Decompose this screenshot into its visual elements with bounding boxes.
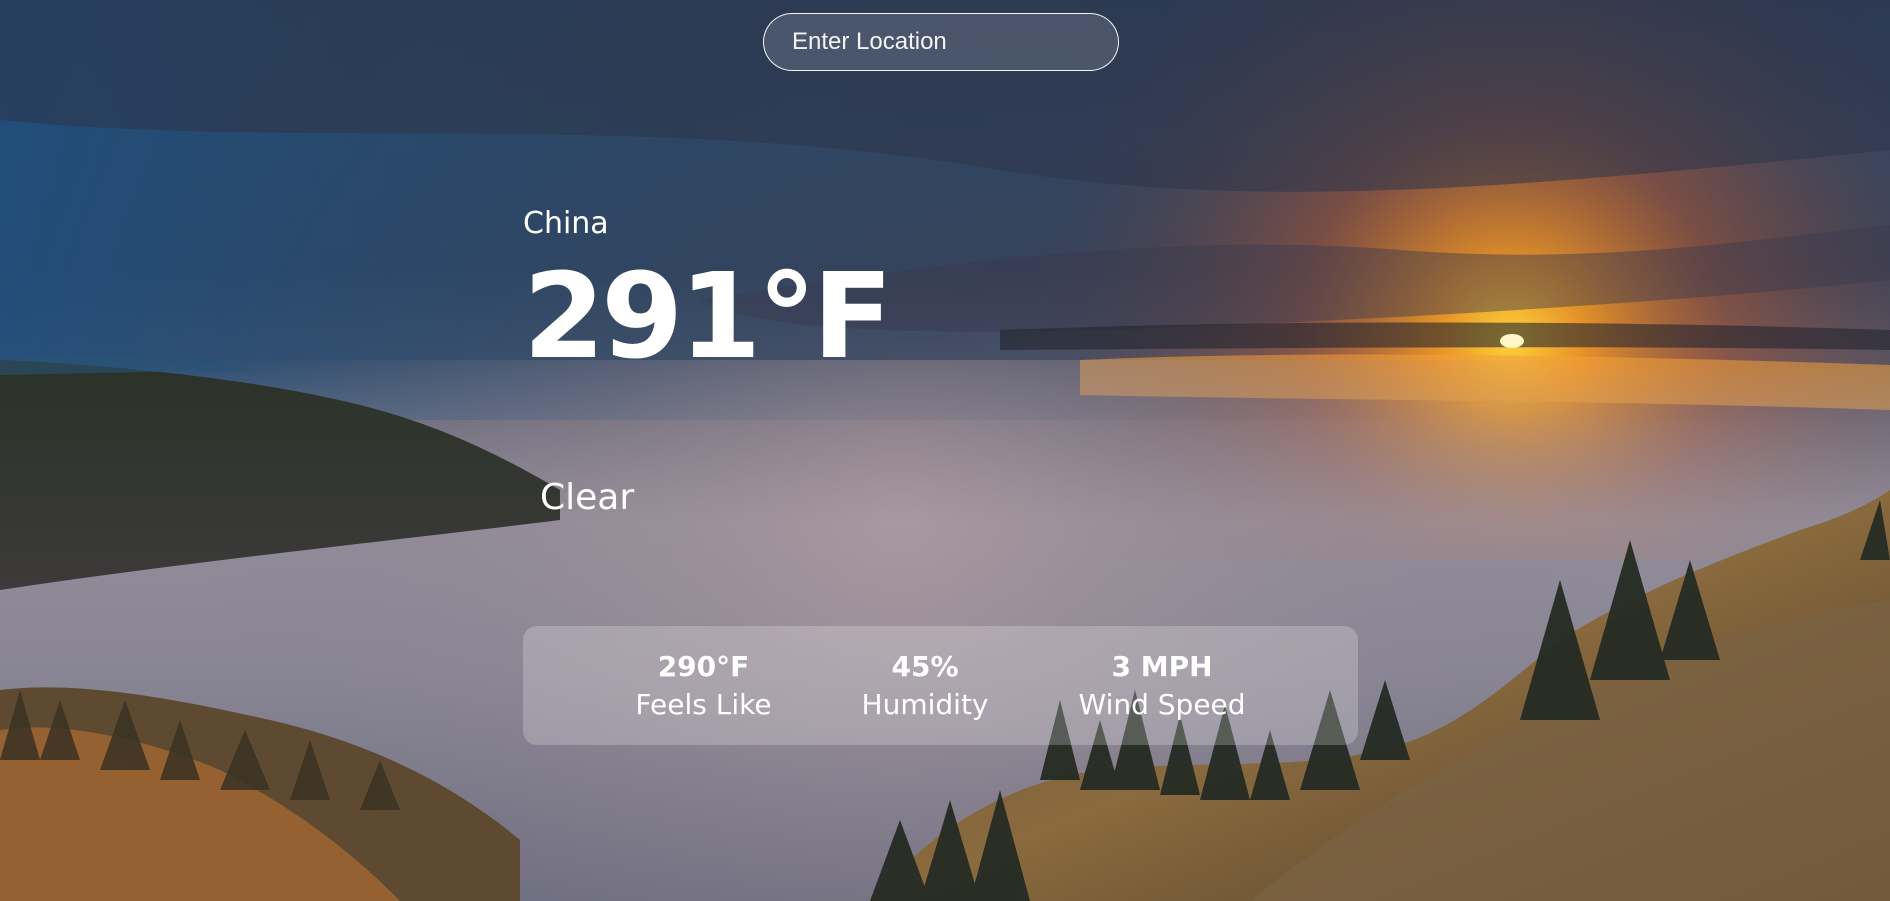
- wind-speed-value: 3 MPH: [1111, 649, 1213, 683]
- weather-details-card: 290°F Feels Like 45% Humidity 3 MPH Wind…: [523, 626, 1358, 745]
- feels-like-value: 290°F: [657, 649, 750, 683]
- current-temperature: 291°F: [523, 247, 893, 385]
- feels-like-stat: 290°F Feels Like: [635, 648, 771, 724]
- wind-speed-label: Wind Speed: [1078, 687, 1246, 721]
- humidity-stat: 45% Humidity: [862, 648, 989, 724]
- feels-like-label: Feels Like: [635, 687, 772, 721]
- background-landscape-image: [0, 0, 1890, 901]
- search-box: [763, 13, 1119, 71]
- weather-condition: Clear: [540, 477, 635, 518]
- humidity-label: Humidity: [861, 687, 989, 721]
- location-name: China: [523, 206, 609, 241]
- current-weather-header: China 291°F: [523, 202, 893, 385]
- humidity-value: 45%: [891, 649, 959, 683]
- wind-speed-stat: 3 MPH Wind Speed: [1079, 648, 1246, 724]
- location-search-input[interactable]: [763, 13, 1119, 71]
